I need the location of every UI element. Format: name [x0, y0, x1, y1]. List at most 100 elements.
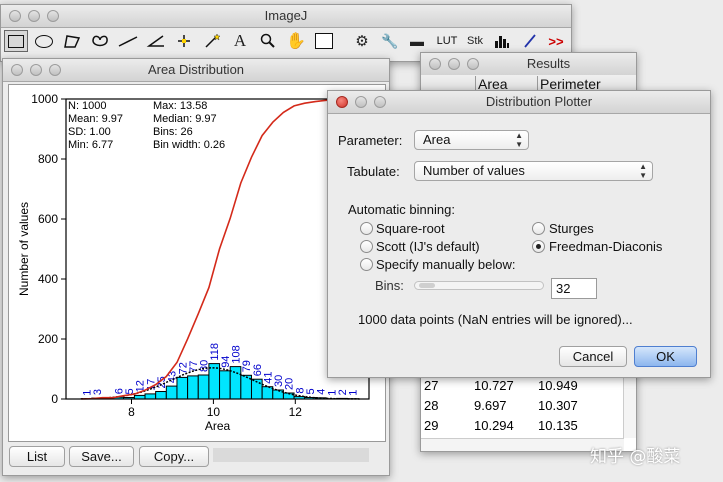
stat-median: Median: 9.97 — [153, 113, 217, 125]
specify-manually-radio[interactable] — [360, 258, 373, 271]
zoom-button[interactable] — [467, 58, 479, 70]
square-root-label[interactable]: Square-root — [376, 221, 445, 236]
status-bar — [213, 448, 369, 462]
row-index: 29 — [424, 418, 439, 433]
zoom-button[interactable] — [374, 96, 386, 108]
minimize-button[interactable] — [30, 64, 42, 76]
minimize-button[interactable] — [355, 96, 367, 108]
list-button[interactable]: List — [9, 446, 65, 467]
chevron-updown-icon: ▲ ▼ — [639, 162, 647, 180]
folder-icon[interactable]: ▬ — [405, 30, 429, 52]
plotter-title-bar: Distribution Plotter — [328, 91, 710, 114]
brush-icon[interactable] — [518, 30, 542, 52]
histogram-bar — [155, 391, 167, 400]
parameter-select[interactable]: Area ▲ ▼ — [414, 130, 529, 150]
cancel-button[interactable]: Cancel — [559, 346, 627, 367]
histogram-bar — [165, 385, 178, 400]
close-button[interactable] — [9, 10, 21, 22]
y-tick-label: 400 — [38, 272, 58, 286]
stat-min: Min: 6.77 — [68, 139, 114, 151]
magnifying-glass-icon[interactable] — [256, 30, 280, 52]
text-tool-icon[interactable]: A — [228, 30, 252, 52]
square-root-radio[interactable] — [360, 222, 373, 235]
close-button[interactable] — [11, 64, 23, 76]
y-tick-label: 200 — [38, 332, 58, 346]
data-points-info: 1000 data points (NaN entries will be ig… — [358, 312, 633, 327]
zoom-button[interactable] — [47, 10, 59, 22]
y-tick-label: 1000 — [31, 92, 58, 106]
chevron-updown-icon: ▲ ▼ — [515, 131, 523, 149]
plotter-title: Distribution Plotter — [485, 94, 593, 109]
imagej-title-bar: ImageJ — [1, 5, 571, 28]
histogram-bar — [144, 393, 157, 400]
stat-bin-width: Bin width: 0.26 — [153, 139, 226, 151]
histogram-icon[interactable] — [490, 30, 514, 52]
bar-data-label: 3 — [92, 389, 104, 395]
stat-bins: Bins: 26 — [153, 126, 193, 138]
x-axis-label: Area — [205, 419, 231, 433]
automatic-binning-label: Automatic binning: — [348, 202, 455, 217]
close-button[interactable] — [429, 58, 441, 70]
x-tick-label: 10 — [207, 405, 221, 419]
more-tools-icon[interactable]: >> — [544, 30, 568, 52]
y-tick-label: 600 — [38, 212, 58, 226]
histogram-bar — [197, 374, 210, 400]
freedman-diaconis-radio[interactable] — [532, 240, 545, 253]
color-picker-icon[interactable] — [312, 30, 336, 52]
rectangle-tool-icon[interactable] — [4, 30, 28, 52]
developer-menu-icon[interactable]: ⚙ — [350, 30, 374, 52]
tabulate-value: Number of values — [423, 163, 525, 178]
bins-value: 32 — [556, 281, 571, 296]
scott-label[interactable]: Scott (IJ's default) — [376, 239, 480, 254]
zoom-button[interactable] — [49, 64, 61, 76]
scott-radio[interactable] — [360, 240, 373, 253]
imagej-title: ImageJ — [264, 8, 308, 23]
histogram-bar — [208, 363, 221, 400]
row-area: 10.294 — [474, 418, 514, 433]
bins-slider-thumb[interactable] — [419, 283, 435, 288]
freedman-diaconis-label[interactable]: Freedman-Diaconis — [549, 239, 662, 254]
wand-tool-icon[interactable] — [200, 30, 224, 52]
parameter-label: Parameter: — [338, 133, 403, 148]
histogram-bar — [261, 386, 274, 400]
parameter-value: Area — [423, 132, 451, 147]
freehand-tool-icon[interactable] — [88, 30, 112, 52]
sturges-radio[interactable] — [532, 222, 545, 235]
distribution-title: Area Distribution — [147, 62, 245, 77]
row-area: 10.727 — [474, 378, 514, 393]
angle-tool-icon[interactable] — [144, 30, 168, 52]
sturges-label[interactable]: Sturges — [549, 221, 594, 236]
point-tool-icon[interactable] — [172, 30, 196, 52]
histogram-bar — [187, 375, 199, 400]
bins-slider[interactable] — [414, 281, 544, 290]
stacking-tools-icon[interactable]: 🔧 — [378, 30, 402, 52]
watermark: 知乎 @酸菜 — [590, 447, 681, 467]
specify-manually-label[interactable]: Specify manually below: — [376, 257, 515, 272]
y-tick-label: 800 — [38, 152, 58, 166]
bins-field[interactable]: 32 — [551, 278, 597, 299]
tabulate-label: Tabulate: — [347, 164, 400, 179]
row-index: 28 — [424, 398, 439, 413]
row-perimeter: 10.135 — [538, 418, 578, 433]
hand-scroll-icon[interactable]: ✋ — [284, 30, 308, 52]
x-tick-label: 8 — [128, 405, 135, 419]
straight-line-tool-icon[interactable] — [116, 30, 140, 52]
lut-menu[interactable]: LUT — [433, 30, 461, 52]
minimize-button[interactable] — [448, 58, 460, 70]
row-area: 9.697 — [474, 398, 507, 413]
histogram-bar — [176, 376, 189, 400]
minimize-button[interactable] — [28, 10, 40, 22]
y-axis-label: Number of values — [17, 202, 31, 296]
oval-tool-icon[interactable] — [32, 30, 56, 52]
close-button[interactable] — [336, 96, 348, 108]
copy-button[interactable]: Copy... — [139, 446, 209, 467]
stk-menu[interactable]: Stk — [462, 30, 488, 52]
save-button[interactable]: Save... — [69, 446, 134, 467]
tabulate-select[interactable]: Number of values ▲ ▼ — [414, 161, 653, 181]
histogram-bar — [219, 370, 231, 400]
histogram-bar — [229, 366, 242, 400]
results-title-bar: Results — [421, 53, 636, 76]
polygon-tool-icon[interactable] — [60, 30, 84, 52]
ok-button[interactable]: OK — [634, 346, 697, 367]
results-title: Results — [526, 56, 571, 71]
